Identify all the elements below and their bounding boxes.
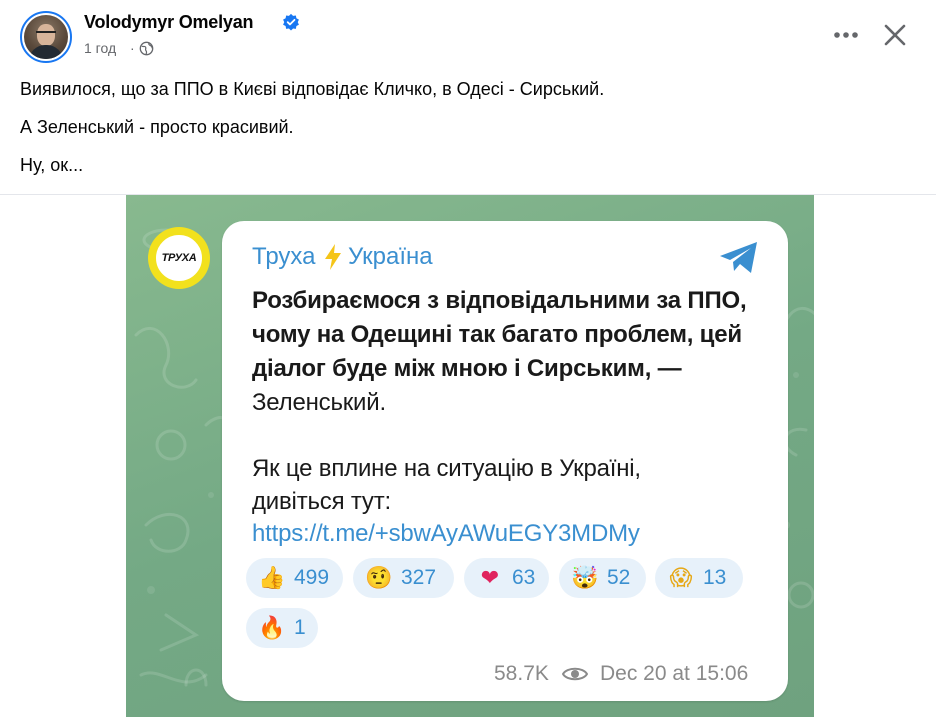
- close-button[interactable]: [877, 17, 913, 53]
- post-timestamp[interactable]: 1 год: [84, 40, 116, 56]
- exploding-head-icon: 🤯: [571, 565, 599, 591]
- meta-separator: ·: [130, 40, 135, 56]
- screaming-face-icon: 😱: [669, 565, 693, 591]
- eye-icon: [562, 667, 588, 681]
- globe-icon: [139, 41, 154, 56]
- thumbs-up-icon: 👍: [258, 565, 286, 591]
- message-text: Зеленський.: [252, 389, 386, 416]
- author-avatar[interactable]: [20, 11, 72, 63]
- reaction-heart[interactable]: ❤ 63: [464, 558, 549, 598]
- message-link[interactable]: https://t.me/+sbwAyAWuEGY3MDMy: [252, 520, 640, 548]
- message-text-bold: Розбираємося з відповідальними за ППО,: [252, 287, 747, 314]
- channel-name-suffix[interactable]: Україна: [348, 243, 433, 271]
- channel-name[interactable]: Труха: [252, 243, 315, 271]
- post-text-line: Ну, ок...: [20, 155, 84, 175]
- close-icon: [884, 24, 906, 46]
- channel-avatar[interactable]: ТРУХА: [148, 227, 210, 289]
- reaction-count: 1: [294, 616, 306, 639]
- reaction-screaming[interactable]: 😱 13: [655, 558, 743, 598]
- reaction-raised-eyebrow[interactable]: 🤨 327: [353, 558, 454, 598]
- reaction-fire[interactable]: 🔥 1: [246, 608, 318, 648]
- avatar-photo: [24, 15, 68, 59]
- bolt-icon: [325, 244, 341, 270]
- reaction-count: 13: [703, 566, 727, 589]
- reaction-count: 499: [294, 566, 330, 589]
- reaction-count: 327: [401, 566, 437, 589]
- reaction-count: 63: [512, 566, 536, 589]
- telegram-message-bubble: Труха Україна Розбираємося з відповідаль…: [222, 221, 788, 701]
- post-header: Volodymyr Omelyan 1 год ·: [0, 0, 936, 70]
- message-text-bold: діалог буде між мною і Сирським, —: [252, 355, 682, 382]
- view-count: 58.7K: [494, 662, 549, 685]
- reaction-exploding-head[interactable]: 🤯 52: [559, 558, 646, 598]
- reaction-thumbs-up[interactable]: 👍 499: [246, 558, 343, 598]
- raised-eyebrow-icon: 🤨: [365, 565, 393, 591]
- author-name[interactable]: Volodymyr Omelyan: [84, 12, 254, 33]
- post-text-line: Виявилося, що за ППО в Києві відповідає …: [20, 79, 605, 99]
- more-options-button[interactable]: [830, 20, 862, 50]
- channel-logo: ТРУХА: [154, 233, 204, 283]
- message-text: дивіться тут:: [252, 488, 391, 515]
- message-date: Dec 20 at 15:06: [600, 662, 749, 685]
- post-image[interactable]: ТРУХА Труха Україна Розбираємося з відпо…: [126, 195, 814, 717]
- telegram-icon: [720, 242, 757, 273]
- verified-icon: [283, 13, 299, 31]
- heart-icon: ❤: [480, 565, 500, 591]
- fire-icon: 🔥: [258, 615, 286, 641]
- more-icon: [834, 32, 858, 38]
- post-text-line: А Зеленський - просто красивий.: [20, 117, 294, 137]
- message-text-bold: чому на Одещині так багато проблем, цей: [252, 321, 742, 348]
- reaction-count: 52: [607, 566, 631, 589]
- message-text: Як це вплине на ситуацію в Україні,: [252, 455, 641, 482]
